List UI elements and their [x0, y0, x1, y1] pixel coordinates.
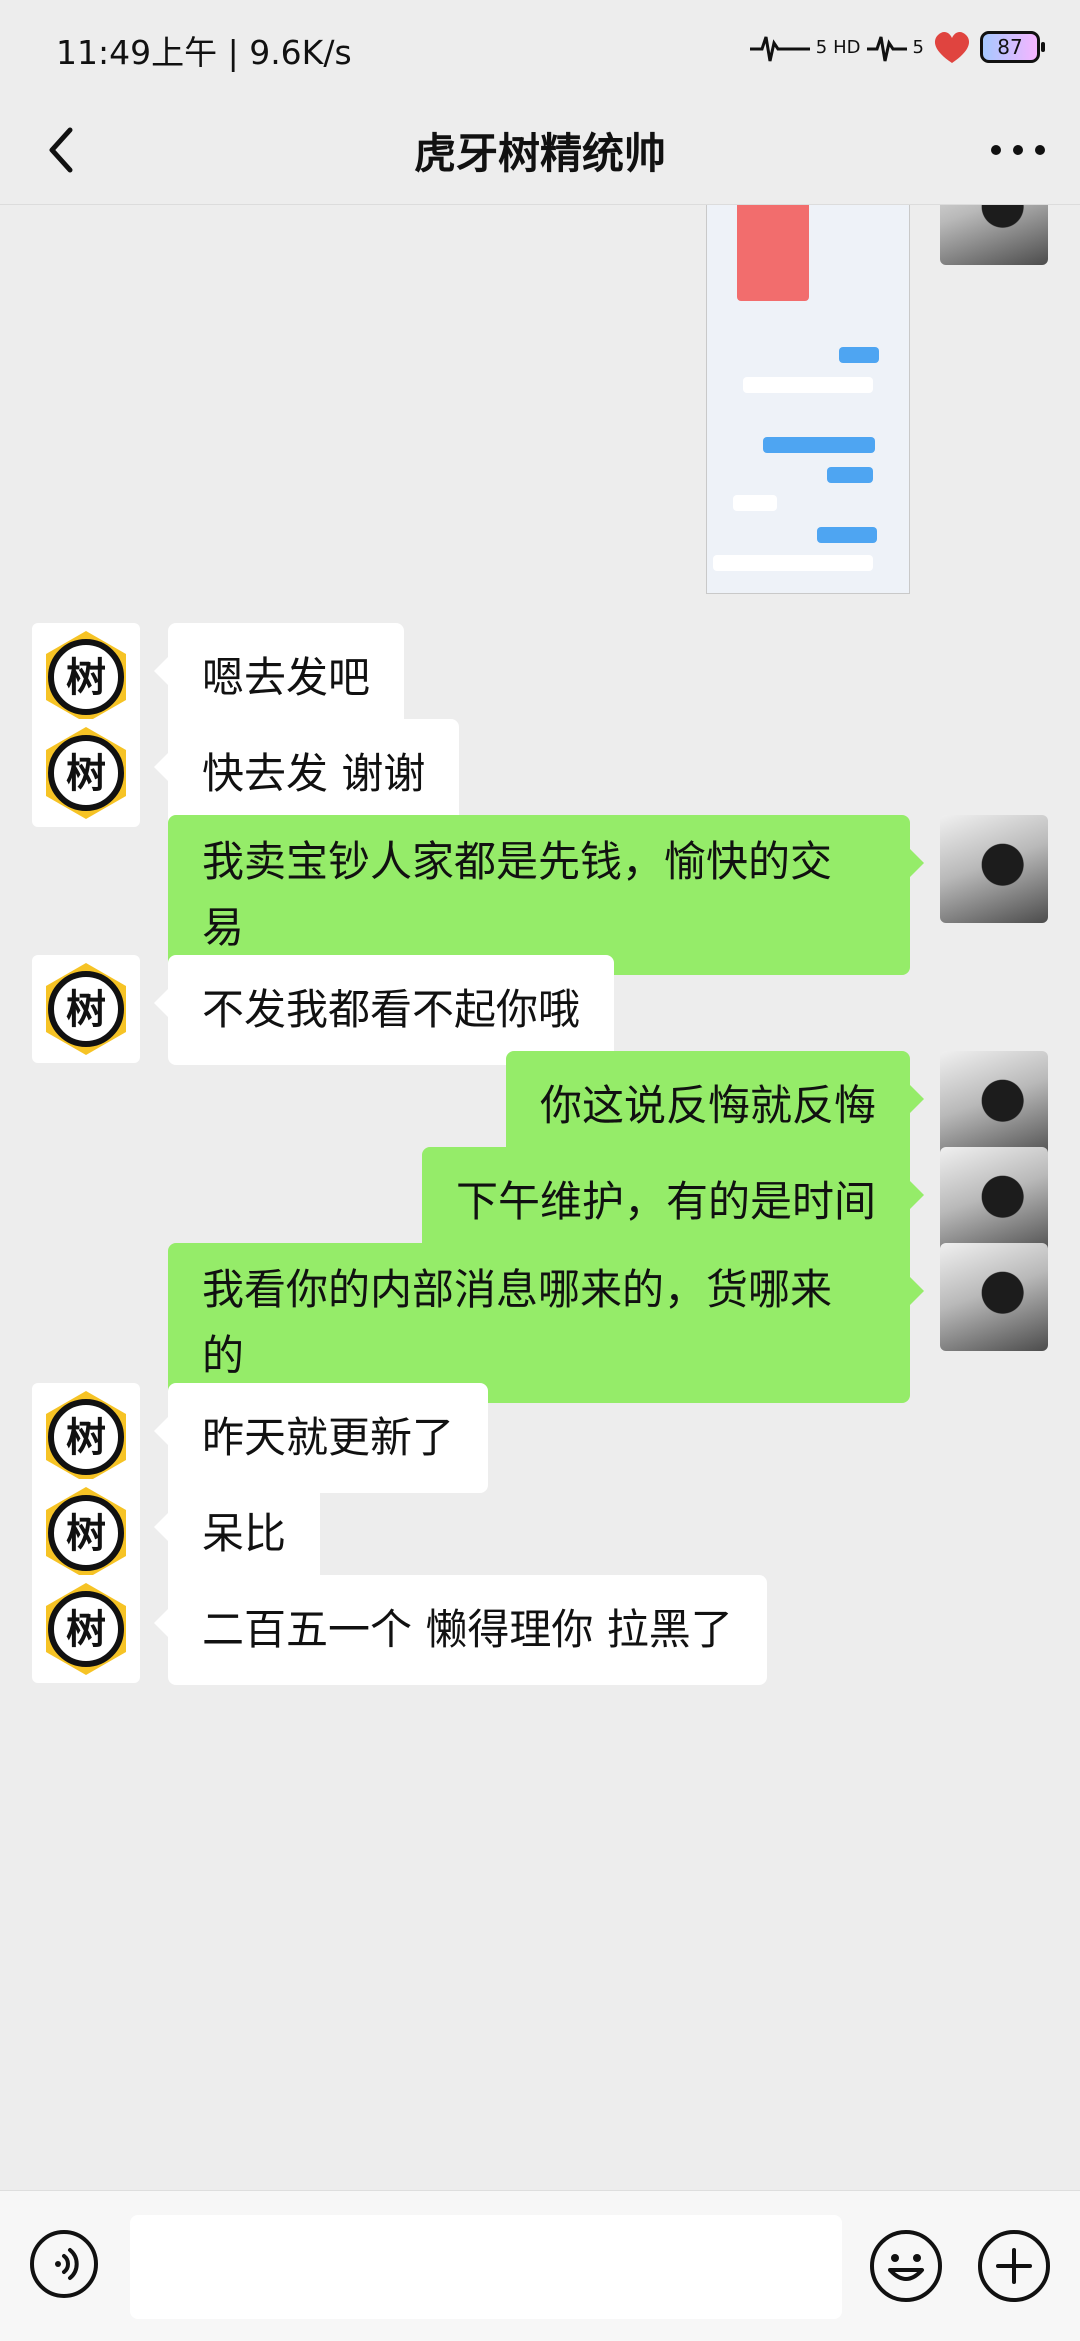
message-bubble-sent[interactable]: 下午维护，有的是时间 [421, 1147, 925, 1257]
contact-avatar[interactable]: 树 [32, 1479, 140, 1587]
status-time: 11:49上午 | 9.6K/s [56, 33, 352, 72]
message-text-line: 的 [202, 1331, 245, 1380]
avatar-letter: 树 [66, 1415, 106, 1461]
contact-avatar[interactable]: 树 [32, 1575, 140, 1683]
avatar-letter: 树 [66, 751, 106, 797]
message-text: 下午维护，有的是时间 [455, 1177, 876, 1226]
message-text: 二百五一个 懒得理你 拉黑了 [202, 1605, 733, 1654]
hd-badge: HD [833, 36, 861, 58]
message-bubble-sent[interactable]: 你这说反悔就反悔 [505, 1051, 925, 1161]
user-avatar[interactable] [940, 205, 1048, 265]
signal-pulse-icon [749, 36, 810, 62]
chat-title: 虎牙树精统帅 [413, 129, 666, 178]
plus-icon[interactable] [976, 2228, 1052, 2304]
message-text-line: 我卖宝钞人家都是先钱，愉快的交 [202, 837, 833, 886]
more-dots-icon[interactable] [982, 120, 1054, 180]
tree-logo-icon: 树 [46, 727, 126, 819]
battery-level: 87 [997, 35, 1023, 59]
contact-avatar[interactable]: 树 [32, 1383, 140, 1491]
message-bubble-received[interactable]: 呆比 [153, 1479, 321, 1589]
message-text-line: 易 [202, 903, 245, 952]
message-text: 快去发 谢谢 [202, 749, 426, 798]
message-text: 你这说反悔就反悔 [539, 1081, 876, 1130]
user-avatar[interactable] [940, 1051, 1048, 1159]
red-packet-thumbnail [737, 205, 809, 301]
status-bar: 11:49上午 | 9.6K/s 5 HD 5 87 [0, 0, 1080, 96]
contact-avatar[interactable]: 树 [32, 623, 140, 731]
user-avatar[interactable] [940, 1147, 1048, 1255]
battery-indicator: 87 [980, 31, 1045, 63]
message-list[interactable]: 树 嗯去发吧 树 快去发 谢谢 我卖宝钞人家都是先钱，愉快的交 易 树 不发我都… [0, 205, 1080, 2190]
tree-logo-icon: 树 [46, 631, 126, 723]
message-bubble-sent[interactable]: 我看你的内部消息哪来的，货哪来 的 [168, 1243, 924, 1403]
avatar-letter: 树 [66, 1511, 106, 1557]
message-bubble-sent[interactable]: 我卖宝钞人家都是先钱，愉快的交 易 [168, 815, 924, 975]
message-bubble-received[interactable]: 二百五一个 懒得理你 拉黑了 [154, 1575, 767, 1685]
message-text: 不发我都看不起你哦 [202, 985, 581, 1034]
user-avatar[interactable] [940, 1243, 1048, 1351]
voice-icon[interactable] [28, 2228, 100, 2300]
avatar-letter: 树 [66, 655, 106, 701]
signal-strength-2: 5 [912, 36, 924, 58]
message-bubble-received[interactable]: 嗯去发吧 [153, 623, 405, 733]
signal-pulse-icon-2 [866, 36, 907, 62]
chat-header: 虎牙树精统帅 [0, 96, 1080, 205]
message-text: 呆比 [202, 1509, 287, 1558]
message-text-line: 我看你的内部消息哪来的，货哪来 [202, 1265, 833, 1314]
avatar-letter: 树 [66, 987, 106, 1033]
input-bar [0, 2190, 1080, 2341]
message-text: 昨天就更新了 [202, 1413, 455, 1462]
emoji-icon[interactable] [868, 2228, 944, 2304]
message-bubble-received[interactable]: 昨天就更新了 [153, 1383, 489, 1493]
heart-icon [934, 31, 970, 63]
tree-logo-icon: 树 [46, 1487, 126, 1579]
tree-logo-icon: 树 [46, 1583, 126, 1675]
user-avatar[interactable] [940, 815, 1048, 923]
message-bubble-received[interactable]: 不发我都看不起你哦 [153, 955, 615, 1065]
tree-logo-icon: 树 [46, 1391, 126, 1483]
avatar-letter: 树 [66, 1607, 106, 1653]
message-text: 嗯去发吧 [202, 653, 371, 702]
status-icons: 5 HD 5 87 [749, 22, 1045, 72]
message-input[interactable] [130, 2215, 842, 2319]
message-bubble-received[interactable]: 快去发 谢谢 [153, 719, 460, 829]
tree-logo-icon: 树 [46, 963, 126, 1055]
signal-strength-1: 5 [815, 36, 828, 58]
screenshot-image-message[interactable] [706, 205, 910, 594]
contact-avatar[interactable]: 树 [32, 719, 140, 827]
contact-avatar[interactable]: 树 [32, 955, 140, 1063]
